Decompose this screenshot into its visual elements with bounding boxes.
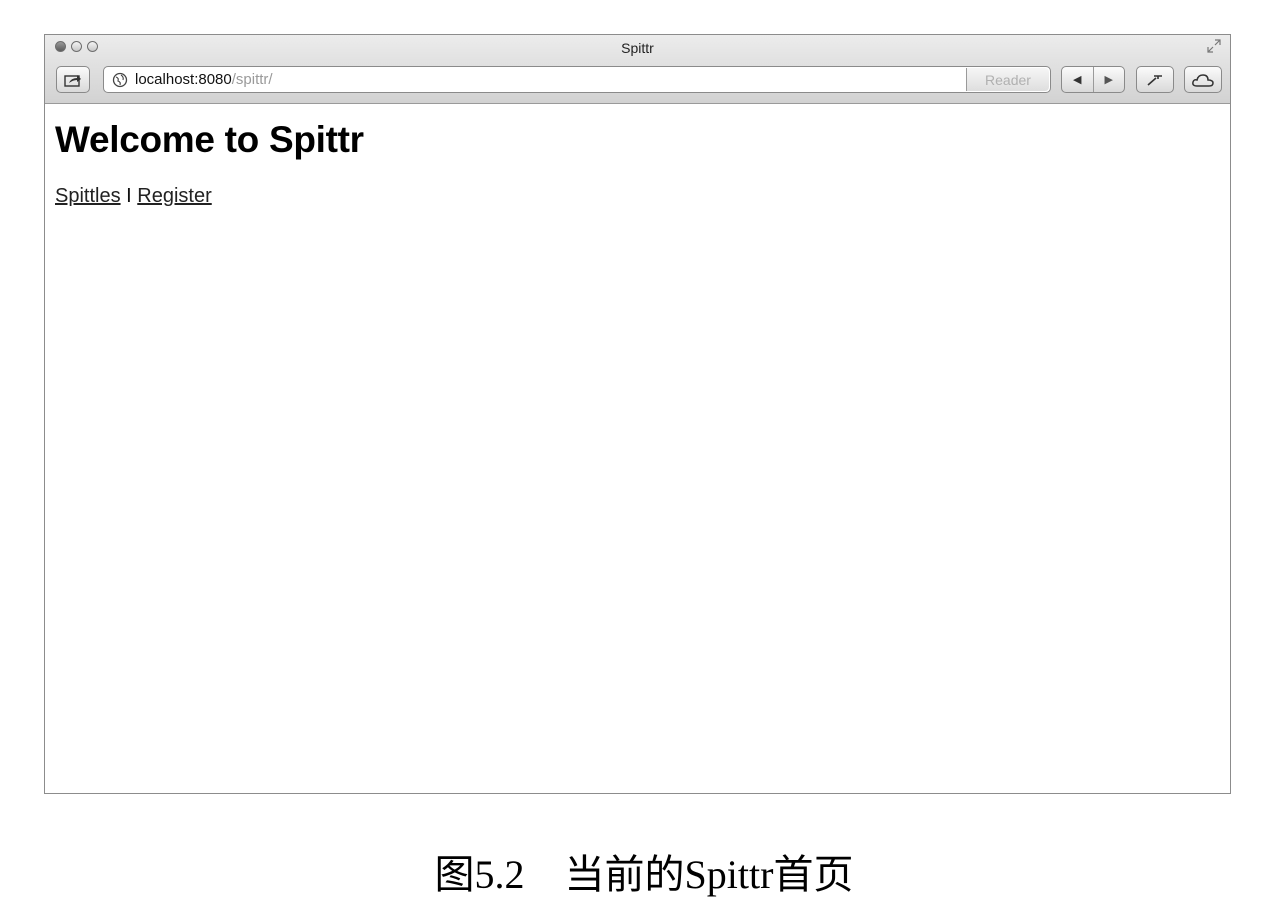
back-arrow-icon[interactable]: ◀ <box>1062 67 1094 92</box>
register-link[interactable]: Register <box>137 185 211 207</box>
address-text: localhost:8080/spittr/ <box>135 71 273 88</box>
fullscreen-icon[interactable] <box>1207 39 1221 53</box>
url-host: localhost:8080 <box>135 71 232 88</box>
page-content: Welcome to Spittr Spittles I Register <box>55 119 364 208</box>
window-title: Spittr <box>621 40 654 56</box>
browser-chrome: Spittr localhost:8080/spittr/ ↻ Reader ◀… <box>45 35 1230 104</box>
share-button[interactable] <box>56 66 90 93</box>
link-separator: I <box>120 185 138 207</box>
page-title: Welcome to Spittr <box>55 119 364 160</box>
figure-caption: 图5.2 当前的Spittr首页 <box>0 842 1288 900</box>
reader-button[interactable]: Reader <box>966 68 1049 91</box>
caption-number: 图5.2 <box>434 852 525 897</box>
address-bar[interactable]: localhost:8080/spittr/ ↻ Reader <box>103 66 1051 93</box>
globe-icon <box>112 72 128 87</box>
caption-text: 当前的Spittr首页 <box>564 852 854 897</box>
page-nav: Spittles I Register <box>55 185 364 208</box>
cloud-icon <box>1192 73 1214 87</box>
spittles-link[interactable]: Spittles <box>55 185 121 207</box>
browser-window: Spittr localhost:8080/spittr/ ↻ Reader ◀… <box>44 34 1231 794</box>
wrench-icon <box>1147 74 1162 86</box>
back-forward-group: ◀ ▶ <box>1061 66 1125 93</box>
forward-arrow-icon[interactable]: ▶ <box>1094 67 1125 92</box>
share-icon <box>64 74 81 87</box>
icloud-button[interactable] <box>1184 66 1222 93</box>
url-path: /spittr/ <box>231 71 273 88</box>
tools-button[interactable] <box>1136 66 1174 93</box>
